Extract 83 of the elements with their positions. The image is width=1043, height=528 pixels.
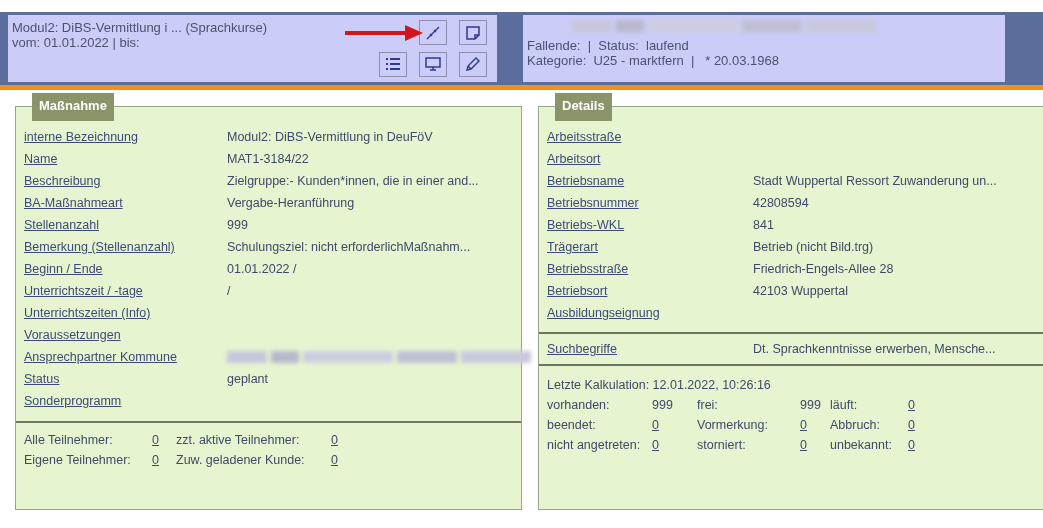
stat-link[interactable]: 0 xyxy=(800,418,807,432)
date-range: vom: 01.01.2022 | bis: xyxy=(12,35,140,50)
field-value: Dt. Sprachkenntnisse erwerben, Mensche... xyxy=(753,342,997,356)
stat-label: nicht angetreten: xyxy=(547,438,642,452)
count-link[interactable]: 0 xyxy=(331,433,338,447)
stat-value: 999 xyxy=(652,398,673,412)
list-icon xyxy=(385,57,401,71)
monitor-icon xyxy=(425,56,441,72)
field-link[interactable]: Betriebs-WKL xyxy=(547,218,625,232)
note-icon xyxy=(465,24,481,41)
monitor-button[interactable] xyxy=(419,51,447,77)
count-label: zzt. aktive Teilnehmer: xyxy=(176,433,301,447)
panel-title: Maßnahme xyxy=(32,93,114,121)
count-link[interactable]: 0 xyxy=(152,453,159,467)
field-link[interactable]: Voraussetzungen xyxy=(24,328,121,342)
field-link[interactable]: Betriebsort xyxy=(547,284,608,298)
field-link[interactable]: Trägerart xyxy=(547,240,598,254)
count-link[interactable]: 0 xyxy=(331,453,338,467)
course-title: Modul2: DiBS-Vermittlung i ... xyxy=(12,20,182,35)
field-value: Schulungsziel: nicht erforderlichMaßnahm... xyxy=(227,240,472,254)
stat-link[interactable]: 0 xyxy=(908,398,915,412)
field-value: / xyxy=(227,284,232,298)
field-value: Vergabe-Heranführung xyxy=(227,196,356,210)
field-link[interactable]: BA-Maßnahmeart xyxy=(24,196,123,210)
field-value: 42103 Wuppertal xyxy=(753,284,849,298)
field-value: MAT1-3184/22 xyxy=(227,152,310,166)
person-info: Fallende: | Status: laufend xyxy=(527,38,689,53)
stat-link[interactable]: 0 xyxy=(652,438,659,452)
field-link[interactable]: Beginn / Ende xyxy=(24,262,103,276)
connect-icon xyxy=(425,24,441,41)
course-category: (Sprachkurse) xyxy=(185,20,268,35)
field-link[interactable]: Name xyxy=(24,152,58,166)
field-link[interactable]: Ansprechpartner Kommune xyxy=(24,350,177,364)
stat-label: vorhanden: xyxy=(547,398,611,412)
stat-label: frei: xyxy=(697,398,719,412)
stat-label: beendet: xyxy=(547,418,597,432)
field-link[interactable]: Sonderprogramm xyxy=(24,394,122,408)
field-value: Stadt Wuppertal Ressort Zuwanderung un... xyxy=(753,174,998,188)
stat-label: unbekannt: xyxy=(830,438,893,452)
stat-link[interactable]: 0 xyxy=(908,418,915,432)
person-info: Kategorie: U25 - marktfern | * 20.03.1968 xyxy=(527,53,779,68)
stat-value: 999 xyxy=(800,398,821,412)
stat-label: Abbruch: xyxy=(830,418,882,432)
field-link[interactable]: Betriebsstraße xyxy=(547,262,629,276)
field-link[interactable]: interne Bezeichnung xyxy=(24,130,138,144)
field-value: 42808594 xyxy=(753,196,810,210)
field-value: Friedrich-Engels-Allee 28 xyxy=(753,262,895,276)
field-value: Betrieb (nicht Bild.trg) xyxy=(753,240,875,254)
stat-label: storniert: xyxy=(697,438,747,452)
panel-title: Details xyxy=(555,93,612,121)
calculation-time: Letzte Kalkulation: 12.01.2022, 10:26:16 xyxy=(547,378,771,392)
stat-label: Vormerkung: xyxy=(697,418,769,432)
count-label: Alle Teilnehmer: xyxy=(24,433,114,447)
field-link[interactable]: Betriebsname xyxy=(547,174,625,188)
field-link[interactable]: Unterrichtszeiten (Info) xyxy=(24,306,151,320)
note-button[interactable] xyxy=(459,20,487,45)
pencil-icon xyxy=(465,56,481,72)
stat-link[interactable]: 0 xyxy=(652,418,659,432)
count-link[interactable]: 0 xyxy=(152,433,159,447)
field-link[interactable]: Stellenanzahl xyxy=(24,218,100,232)
field-value: 01.01.2022 / xyxy=(227,262,298,276)
field-value: Zielgruppe:- Kunden*innen, die in einer and... xyxy=(227,174,480,188)
field-link[interactable]: Betriebsnummer xyxy=(547,196,639,210)
field-value: Modul2: DiBS-Vermittlung in DeuFöV xyxy=(227,130,434,144)
count-label: Eigene Teilnehmer: xyxy=(24,453,132,467)
field-value: 999 xyxy=(227,218,249,232)
stat-link[interactable]: 0 xyxy=(800,438,807,452)
pencil-button[interactable] xyxy=(459,51,487,77)
field-link[interactable]: Suchbegriffe xyxy=(547,342,617,356)
stat-link[interactable]: 0 xyxy=(908,438,915,452)
field-link[interactable]: Arbeitsstraße xyxy=(547,130,622,144)
field-link[interactable]: Beschreibung xyxy=(24,174,101,188)
list-button[interactable] xyxy=(379,51,407,77)
field-value: geplant xyxy=(227,372,269,386)
field-value: 841 xyxy=(753,218,775,232)
field-link[interactable]: Unterrichtszeit / -tage xyxy=(24,284,143,298)
stat-label: läuft: xyxy=(830,398,859,412)
connect-button[interactable] xyxy=(419,20,447,45)
field-link[interactable]: Ausbildungseignung xyxy=(547,306,660,320)
field-link[interactable]: Bemerkung (Stellenanzahl) xyxy=(24,240,175,254)
field-link[interactable]: Arbeitsort xyxy=(547,152,601,166)
field-link[interactable]: Status xyxy=(24,372,60,386)
count-label: Zuw. geladener Kunde: xyxy=(176,453,306,467)
